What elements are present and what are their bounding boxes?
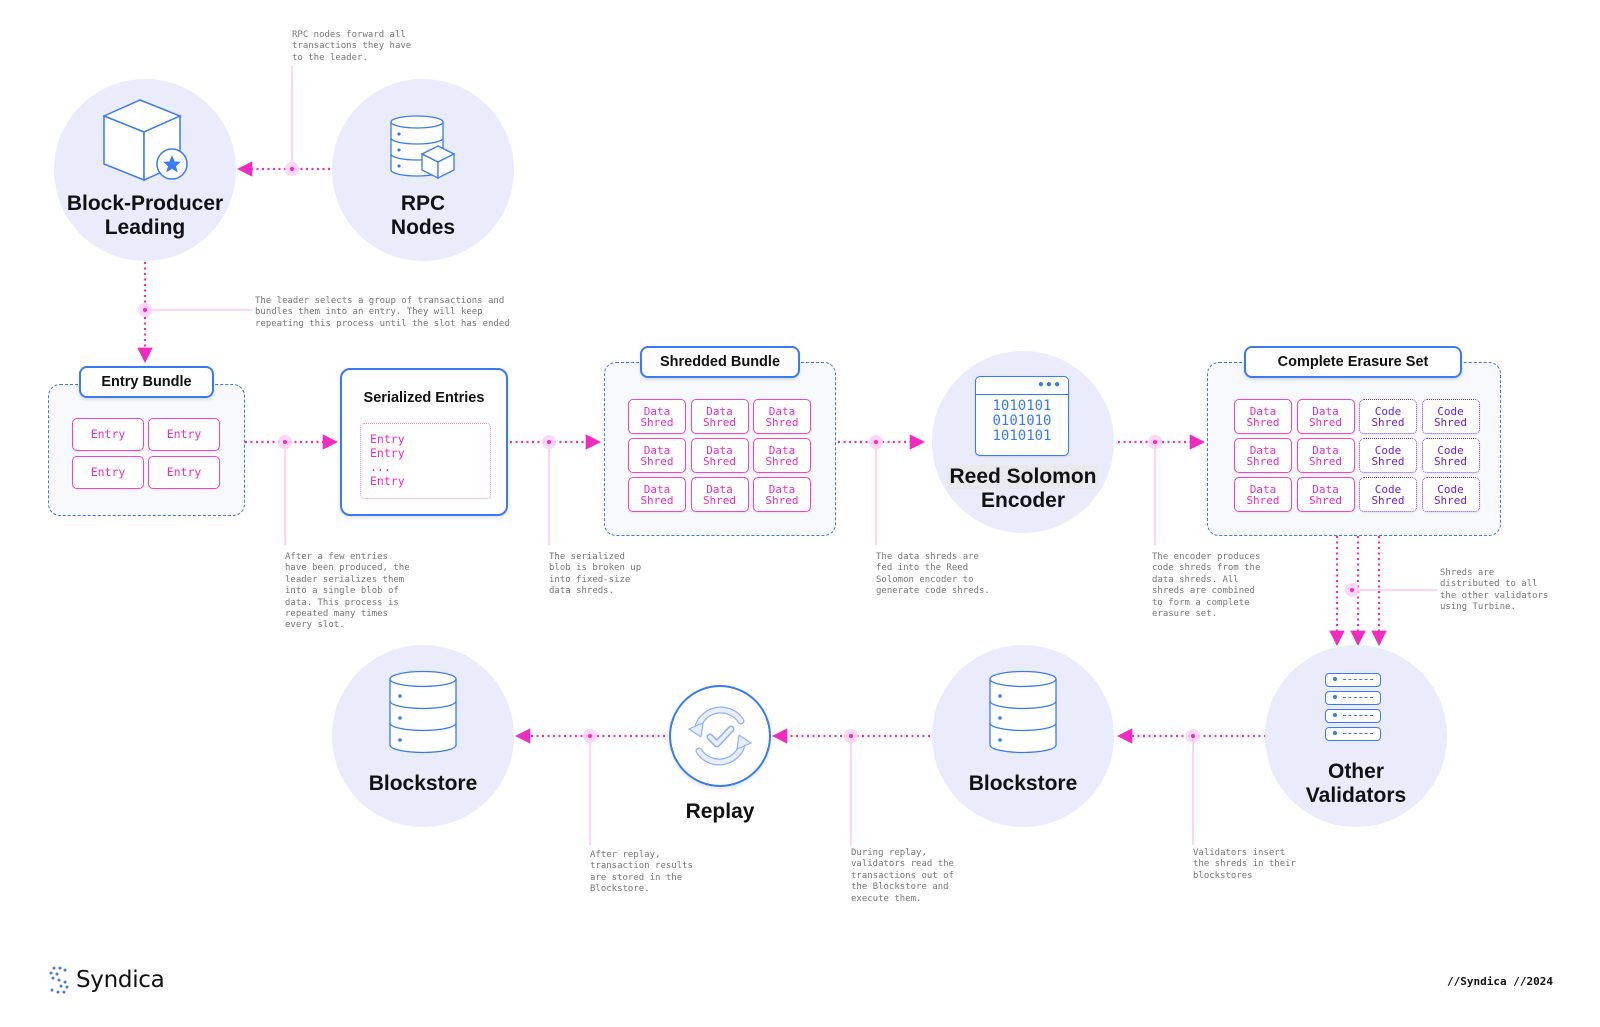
database-icon [989, 670, 1057, 754]
binary-line: 1010101 [992, 428, 1052, 444]
serialized-entries-blob: Entry Entry ... Entry [360, 423, 491, 499]
data-shred-cell: Data Shred [753, 399, 811, 434]
note-replay-read: During replay, validators read the trans… [851, 848, 954, 904]
serialized-entries-title: Serialized Entries [363, 390, 485, 406]
entry-cell: Entry [72, 456, 144, 489]
data-shred-cell: Data Shred [1296, 477, 1355, 512]
note-encoder-output: The encoder produces code shreds from th… [1152, 552, 1261, 620]
code-shred-cell: Code Shred [1359, 477, 1417, 512]
database-icon [389, 670, 457, 754]
note-replay-store: After replay, transaction results are st… [590, 850, 693, 895]
footer-credit: //Syndica //2024 [1447, 975, 1553, 988]
serialized-entries-box: Serialized Entries Entry Entry ... Entry [340, 368, 508, 516]
entry-cell: Entry [148, 456, 220, 489]
binary-text: 1010101 0101010 1010101 [976, 395, 1068, 444]
note-turbine: Shreds are distributed to all the other … [1440, 568, 1549, 613]
data-shred-cell: Data Shred [690, 438, 749, 473]
note-insert: Validators insert the shreds in their bl… [1193, 848, 1296, 881]
shredded-bundle-label: Shredded Bundle [640, 346, 800, 378]
data-shred-cell: Data Shred [628, 438, 686, 473]
code-shred-cell: Code Shred [1421, 399, 1480, 434]
data-shred-cell: Data Shred [628, 477, 686, 512]
data-shred-cell: Data Shred [1234, 399, 1292, 434]
data-shred-cell: Data Shred [1296, 399, 1355, 434]
database-cube-icon [390, 115, 456, 180]
cube-star-icon [102, 99, 188, 182]
note-rpc-forward: RPC nodes forward all transactions they … [292, 30, 412, 63]
note-encoder-input: The data shreds are fed into the Reed So… [876, 552, 990, 597]
data-shred-cell: Data Shred [1234, 438, 1292, 473]
complete-erasure-set-label: Complete Erasure Set [1244, 346, 1462, 378]
rpc-nodes-title: RPC Nodes [390, 192, 456, 239]
other-validators-title: Other Validators [1305, 760, 1407, 807]
code-shred-cell: Code Shred [1421, 438, 1480, 473]
syndica-brand-text: Syndica [76, 967, 165, 993]
syndica-logo: Syndica [48, 966, 165, 994]
replay-title: Replay [685, 800, 755, 823]
replay-check-icon [687, 706, 753, 766]
note-serialize: After a few entries have been produced, … [285, 552, 410, 631]
blockstore-left-title: Blockstore [368, 772, 478, 795]
entry-cell: Entry [72, 418, 144, 451]
data-shred-cell: Data Shred [690, 399, 749, 434]
blockstore-right-title: Blockstore [968, 772, 1078, 795]
block-producer-title: Block-Producer Leading [66, 192, 224, 239]
binary-line: 0101010 [992, 413, 1052, 429]
note-shred: The serialized blob is broken up into fi… [549, 552, 642, 597]
code-shred-cell: Code Shred [1359, 438, 1417, 473]
syndica-logo-icon [49, 966, 69, 994]
code-shred-cell: Code Shred [1359, 399, 1417, 434]
entry-bundle-label: Entry Bundle [79, 366, 214, 398]
window-dots-icon: ●●● [976, 377, 1068, 395]
binary-window-icon: ●●● 1010101 0101010 1010101 [975, 376, 1069, 456]
data-shred-cell: Data Shred [1234, 477, 1292, 512]
entry-cell: Entry [148, 418, 220, 451]
binary-line: 1010101 [992, 398, 1052, 414]
server-rack-icon [1325, 673, 1381, 741]
data-shred-cell: Data Shred [690, 477, 749, 512]
data-shred-cell: Data Shred [628, 399, 686, 434]
note-leader-selects: The leader selects a group of transactio… [255, 296, 510, 329]
reed-solomon-title: Reed Solomon Encoder [947, 465, 1099, 512]
code-shred-cell: Code Shred [1421, 477, 1480, 512]
data-shred-cell: Data Shred [753, 477, 811, 512]
data-shred-cell: Data Shred [1296, 438, 1355, 473]
data-shred-cell: Data Shred [753, 438, 811, 473]
